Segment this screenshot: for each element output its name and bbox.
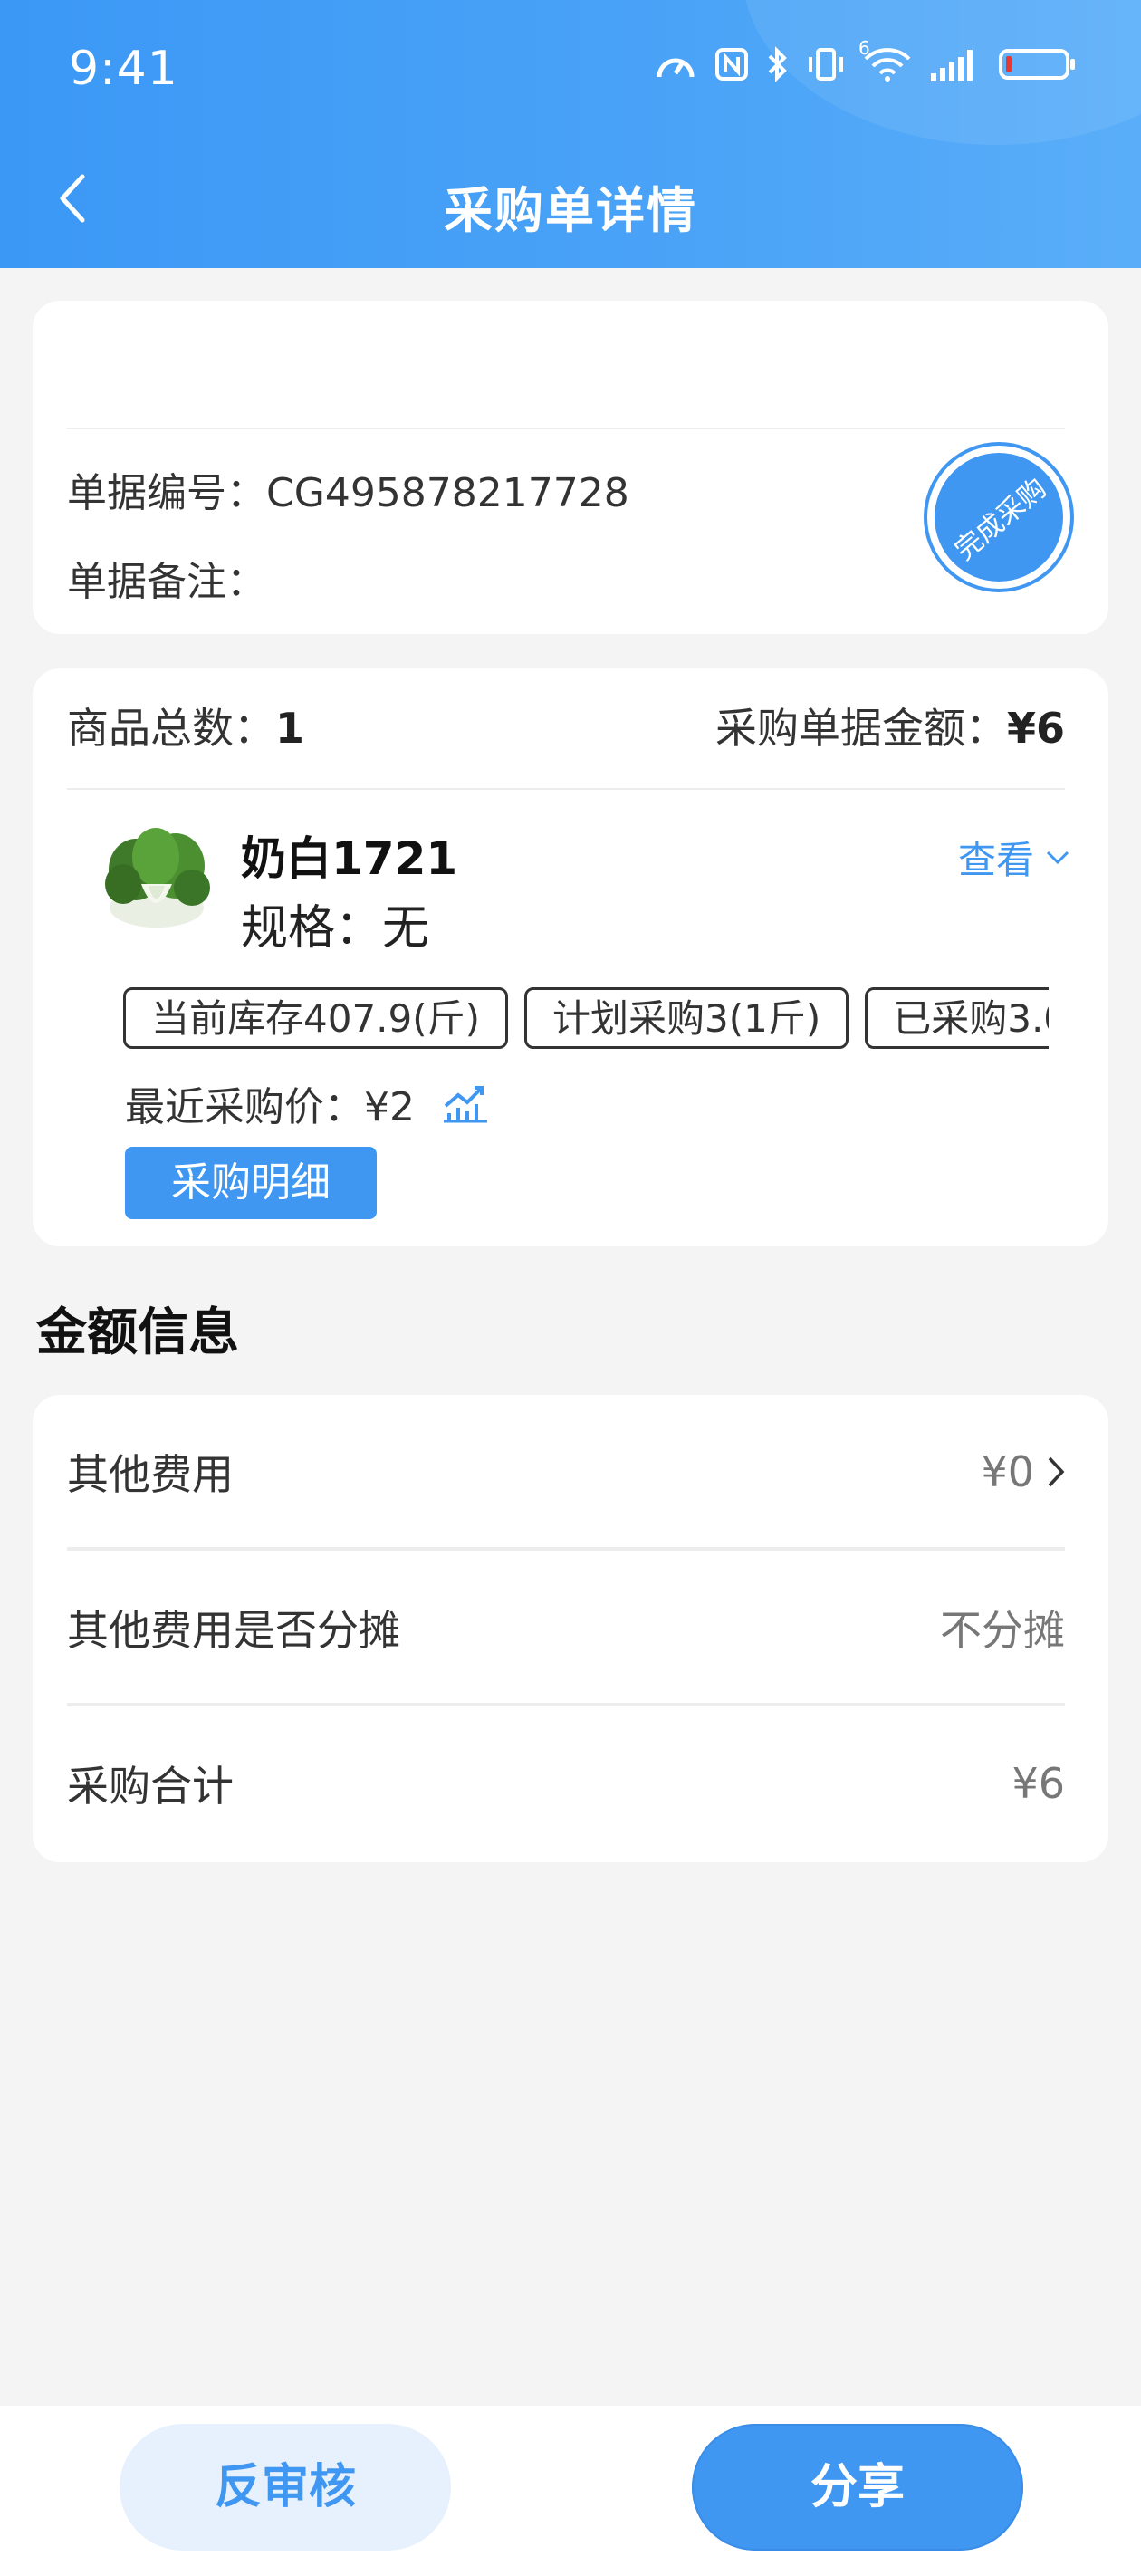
product-card: 商品总数：1 采购单据金额：¥6 奶白1721 规格：无 查看 当前库存407.… [33,668,1108,1246]
document-note: 单据备注： [67,549,266,607]
battery-icon [999,49,1075,80]
vibrate-icon [809,48,843,81]
other-fees-label: 其他费用 [67,1450,234,1499]
divider [67,428,1065,429]
other-fees-value-wrap: ¥0 [981,1447,1065,1496]
bottom-action-bar: 反审核 分享 [0,2406,1141,2576]
bluetooth-icon [768,46,787,82]
stamp-text: 完成采购 [949,472,1053,567]
purchase-total-row: 采购合计 ¥6 [67,1706,1065,1860]
product-tags: 当前库存407.9(斤)计划采购3(1斤) 已采购3.0 [123,987,1049,1053]
document-note-label: 单据备注： [67,559,266,605]
amount-section-title: 金额信息 [36,1303,239,1362]
document-number-value: CG495878217728 [266,470,629,516]
chevron-right-icon [1048,1456,1065,1487]
other-fees-row[interactable]: 其他费用 ¥0 [67,1395,1065,1549]
page-title: 采购单详情 [444,182,697,239]
trend-chart-icon[interactable] [442,1082,489,1124]
header: 9:41 6 采购单详情 [0,0,1141,268]
status-time: 9:41 [69,42,178,96]
purchase-total-label: 采购合计 [67,1762,234,1811]
total-count: 商品总数：1 [67,696,304,755]
document-amount: 采购单据金额：¥6 [715,696,1065,755]
fee-allocation-value: 不分摊 [940,1606,1065,1655]
document-number-label: 单据编号： [67,470,266,516]
network-type-label: 6 [858,37,870,59]
divider [67,788,1065,790]
total-count-value: 1 [275,704,305,753]
product-name: 奶白1721 [241,832,458,885]
nav-bar: 采购单详情 [0,154,1141,245]
view-toggle[interactable]: 查看 [958,830,1070,885]
purchase-detail-button[interactable]: 采购明细 [125,1147,377,1219]
completed-stamp: 完成采购 [924,442,1074,592]
tag-current-stock: 当前库存407.9(斤) [123,987,509,1049]
view-label: 查看 [957,838,1034,882]
document-amount-label: 采购单据金额： [714,704,1007,753]
document-number: 单据编号：CG495878217728 [67,460,629,518]
tag-planned-purchase: 计划采购3(1斤) [524,987,849,1049]
amount-card: 其他费用 ¥0 其他费用是否分摊 不分摊 采购合计 ¥6 [33,1395,1108,1862]
other-fees-value: ¥0 [981,1447,1034,1496]
reverse-audit-button[interactable]: 反审核 [120,2424,451,2551]
chevron-down-icon [1046,851,1069,864]
share-button[interactable]: 分享 [692,2424,1023,2551]
status-icons: 6 [654,37,1078,83]
fee-allocation-label: 其他费用是否分摊 [67,1606,400,1655]
recent-price: 最近采购价：¥2 [125,1074,489,1132]
purchase-total-value: ¥6 [1012,1759,1065,1808]
recent-price-text: 最近采购价：¥2 [125,1084,415,1130]
fee-allocation-row: 其他费用是否分摊 不分摊 [67,1551,1065,1705]
total-count-label: 商品总数： [67,704,275,753]
nfc-icon [715,48,748,81]
tag-purchased: 已采购3.0 [865,987,1049,1049]
stamp-inner: 完成采购 [935,453,1063,582]
status-bar: 9:41 6 [0,0,1141,145]
product-spec: 规格：无 [241,901,430,956]
document-info-card: 单据编号：CG495878217728 单据备注： 完成采购 [33,301,1108,634]
signal-icon [931,50,973,81]
speed-icon [657,58,695,78]
bok-choy-image [105,828,210,928]
document-amount-value: ¥6 [1006,704,1065,753]
